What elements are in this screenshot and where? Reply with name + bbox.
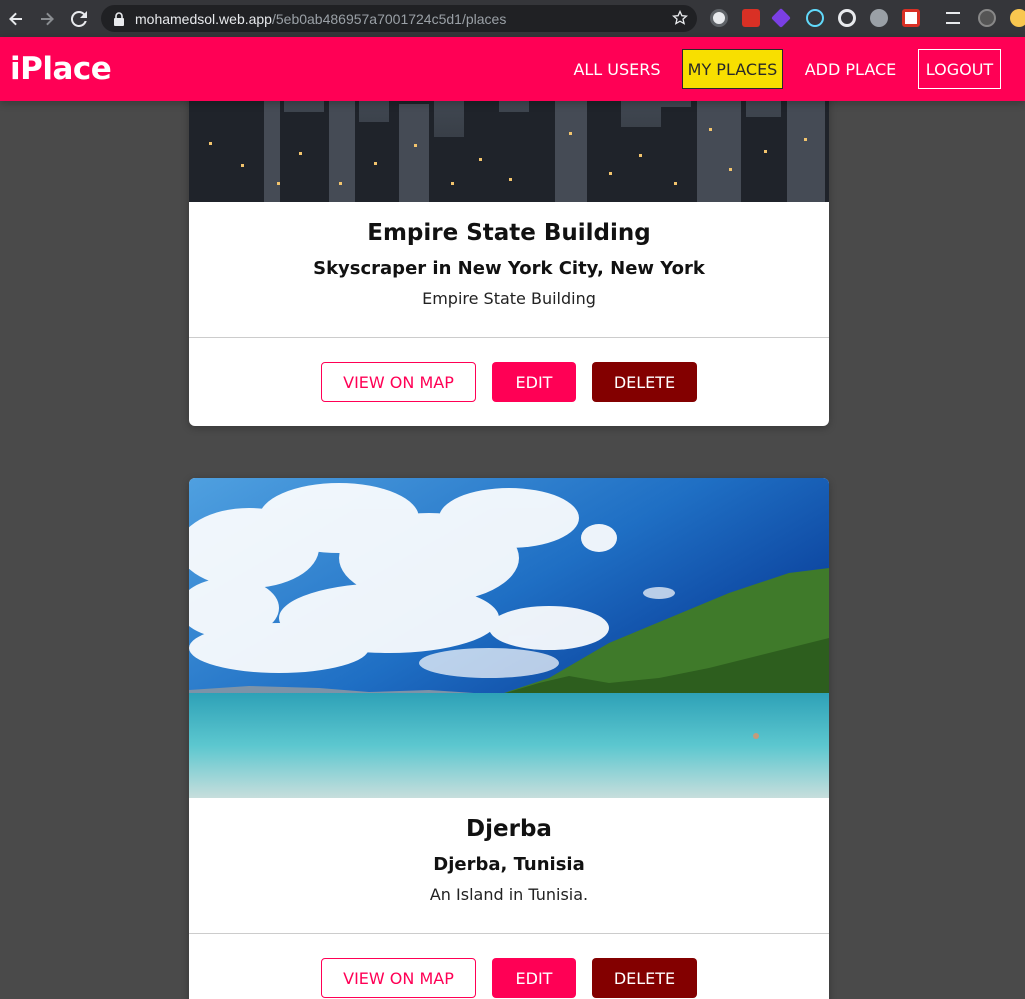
calendar-extension-icon[interactable] [902,9,920,27]
reload-button[interactable] [63,0,95,37]
browser-toolbar: mohamedsol.web.app/5eb0ab486957a7001724c… [0,0,1025,37]
url-text: mohamedsol.web.app/5eb0ab486957a7001724c… [135,11,506,27]
places-list: Empire State Building Skyscraper in New … [0,101,1025,999]
react-devtools-icon[interactable] [806,9,824,27]
forward-button[interactable] [31,0,63,37]
address-bar[interactable]: mohamedsol.web.app/5eb0ab486957a7001724c… [101,5,697,32]
purple-cube-extension-icon[interactable] [771,8,791,28]
forward-arrow-icon [41,12,54,25]
place-title: Djerba [466,816,552,842]
place-info: Djerba Djerba, Tunisia An Island in Tuni… [189,798,829,934]
view-on-map-button[interactable]: VIEW ON MAP [321,362,476,402]
bookmark-star-icon[interactable] [672,10,688,26]
circle-target-extension-icon[interactable] [838,9,856,27]
url-path: /5eb0ab486957a7001724c5d1/places [271,10,507,27]
delete-button[interactable]: DELETE [592,362,697,402]
reload-icon [71,10,87,27]
logout-button[interactable]: LOGOUT [918,49,1001,89]
color-extension-icon[interactable] [870,9,888,27]
url-domain: mohamedsol.web.app [135,10,272,27]
place-address: Skyscraper in New York City, New York [313,258,705,279]
place-card: Empire State Building Skyscraper in New … [189,101,829,426]
back-button[interactable] [0,0,32,37]
app-header: iPlace ALL USERS MY PLACES ADD PLACE LOG… [0,37,1025,101]
edit-button[interactable]: EDIT [492,362,576,402]
nav-all-users[interactable]: ALL USERS [568,49,666,89]
lock-icon [114,11,124,26]
place-title: Empire State Building [367,220,651,246]
media-control-icon[interactable] [946,12,960,24]
yellow-extension-icon[interactable] [1010,9,1025,27]
edit-button[interactable]: EDIT [492,958,576,998]
place-address: Djerba, Tunisia [433,854,585,875]
place-info: Empire State Building Skyscraper in New … [189,202,829,338]
nav-my-places[interactable]: MY PLACES [682,49,783,89]
place-description: Empire State Building [422,289,596,308]
place-description: An Island in Tunisia. [429,885,589,904]
nav-add-place[interactable]: ADD PLACE [799,49,902,89]
place-card: Djerba Djerba, Tunisia An Island in Tuni… [189,478,829,999]
place-actions: VIEW ON MAP EDIT DELETE [189,338,829,426]
place-actions: VIEW ON MAP EDIT DELETE [189,934,829,999]
beach-island-image [189,478,829,798]
profile-avatar[interactable] [978,9,996,27]
delete-button[interactable]: DELETE [592,958,697,998]
app-logo[interactable]: iPlace [10,51,112,87]
city-skyline-image [189,101,829,202]
red-extension-icon[interactable] [742,9,760,27]
view-on-map-button[interactable]: VIEW ON MAP [321,958,476,998]
block-extension-icon[interactable] [710,9,728,27]
back-arrow-icon [9,12,22,25]
